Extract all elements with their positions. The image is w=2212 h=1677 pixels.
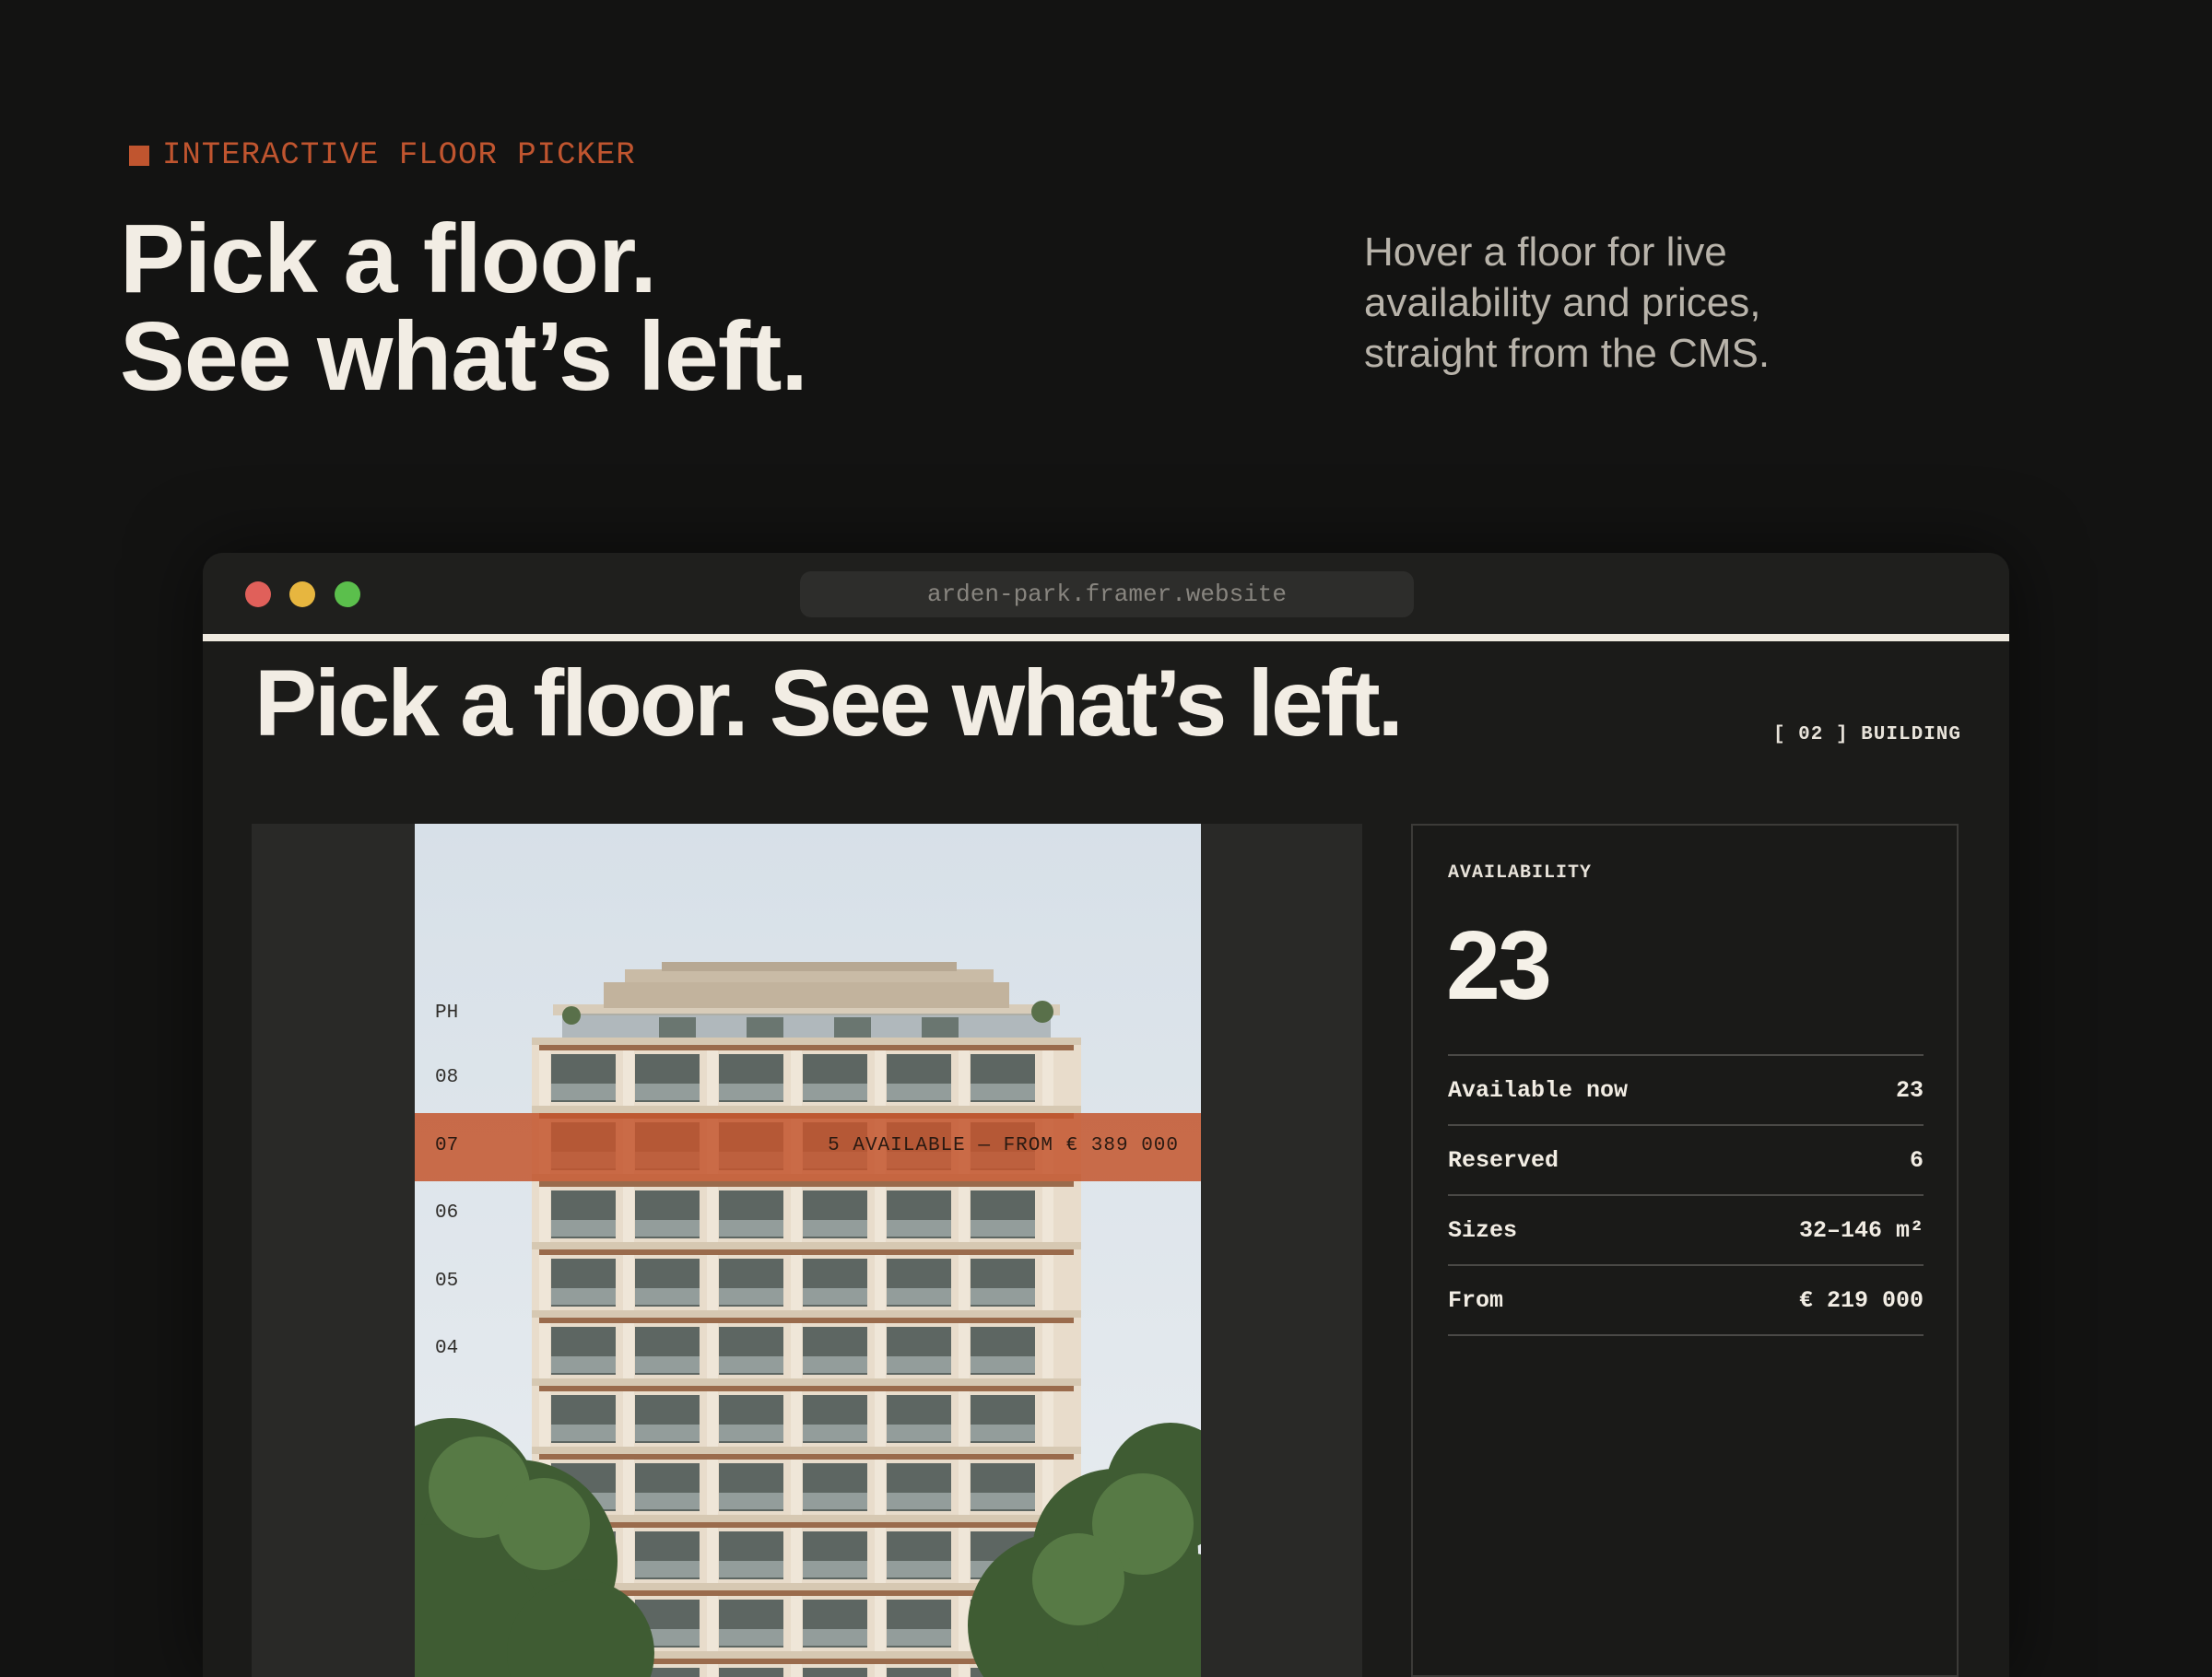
site-title: Pick a floor. See what’s left. — [254, 651, 1404, 756]
stat-value: € 219 000 — [1798, 1286, 1924, 1314]
browser-chrome: arden-park.framer.website — [203, 553, 2009, 634]
floor-label-06[interactable]: 06 — [435, 1202, 458, 1224]
floor-highlight-07[interactable]: 07 5 AVAILABLE — FROM € 389 000 — [415, 1113, 1201, 1181]
maximize-window-icon[interactable] — [335, 581, 360, 607]
stat-value: 23 — [1895, 1076, 1924, 1104]
floor-label-04[interactable]: 04 — [435, 1338, 458, 1359]
building-viewer: PH 08 07 5 AVAILABLE — FROM € 389 000 06… — [252, 824, 1362, 1677]
hero-subtitle-line-2: availability and prices, — [1364, 280, 1761, 325]
hero-subtitle-line-1: Hover a floor for live — [1364, 229, 1727, 275]
close-window-icon[interactable] — [245, 581, 271, 607]
stat-row-reserved: Reserved 6 — [1448, 1126, 1924, 1196]
availability-count: 23 — [1446, 911, 1552, 1020]
availability-label: AVAILABILITY — [1448, 862, 1593, 884]
availability-stats: Available now 23 Reserved 6 Sizes 32–146… — [1448, 1054, 1924, 1336]
browser-window: arden-park.framer.website Pick a floor. … — [203, 553, 2009, 1677]
hero-subtitle: Hover a floor for live availability and … — [1364, 227, 1880, 379]
floor-label-08[interactable]: 08 — [435, 1067, 458, 1088]
building-photo: PH 08 07 5 AVAILABLE — FROM € 389 000 06… — [415, 824, 1201, 1677]
stat-row-sizes: Sizes 32–146 m² — [1448, 1196, 1924, 1266]
stat-label: Sizes — [1448, 1216, 1518, 1244]
minimize-window-icon[interactable] — [289, 581, 315, 607]
address-bar[interactable]: arden-park.framer.website — [800, 571, 1414, 617]
building-illustration — [415, 824, 1201, 1677]
floor-label-ph[interactable]: PH — [435, 1003, 458, 1024]
section-tag: [ 02 ] BUILDING — [1772, 724, 1961, 745]
hero-title-line-1: Pick a floor. — [120, 205, 657, 313]
eyebrow: INTERACTIVE FLOOR PICKER — [129, 138, 636, 173]
eyebrow-square-icon — [129, 146, 149, 166]
availability-panel: AVAILABILITY 23 Available now 23 Reserve… — [1411, 824, 1959, 1677]
stat-label: Reserved — [1448, 1146, 1559, 1174]
stat-label: Available now — [1448, 1076, 1629, 1104]
floor-label-05[interactable]: 05 — [435, 1271, 458, 1292]
stat-label: From — [1448, 1286, 1504, 1314]
stat-row-from: From € 219 000 — [1448, 1266, 1924, 1336]
header-divider — [203, 634, 2009, 641]
hero-title-line-2: See what’s left. — [120, 302, 808, 411]
stat-row-available: Available now 23 — [1448, 1056, 1924, 1126]
eyebrow-label: INTERACTIVE FLOOR PICKER — [162, 138, 636, 173]
hero-title: Pick a floor. See what’s left. — [120, 205, 808, 411]
stat-value: 32–146 m² — [1798, 1216, 1924, 1244]
floor-label-07: 07 — [435, 1135, 459, 1156]
stat-value: 6 — [1909, 1146, 1924, 1174]
hero-subtitle-line-3: straight from the CMS. — [1364, 331, 1771, 376]
floor-availability-tooltip: 5 AVAILABLE — FROM € 389 000 — [828, 1135, 1179, 1156]
